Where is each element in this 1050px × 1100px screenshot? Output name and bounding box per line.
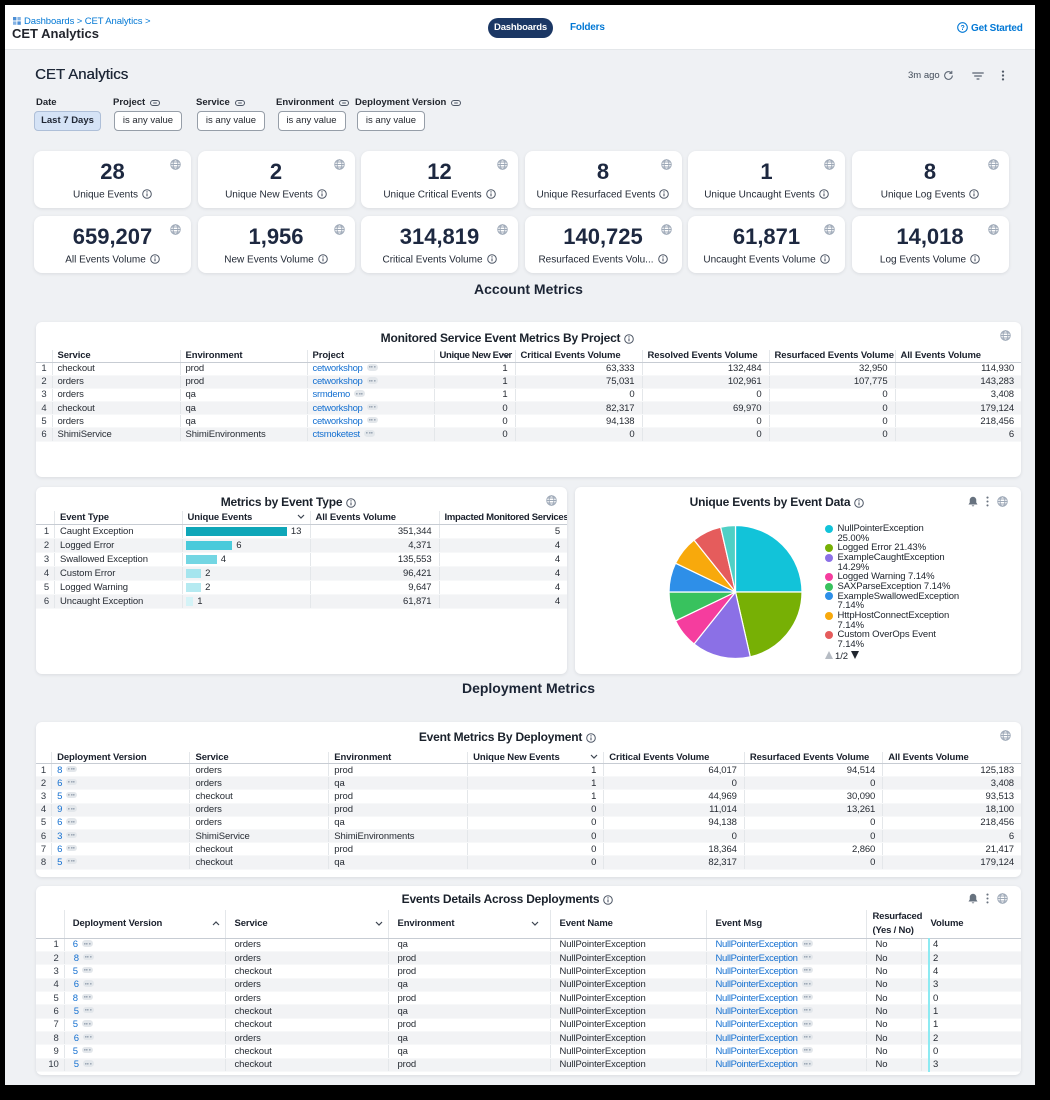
svg-text:?: ? (960, 25, 964, 32)
